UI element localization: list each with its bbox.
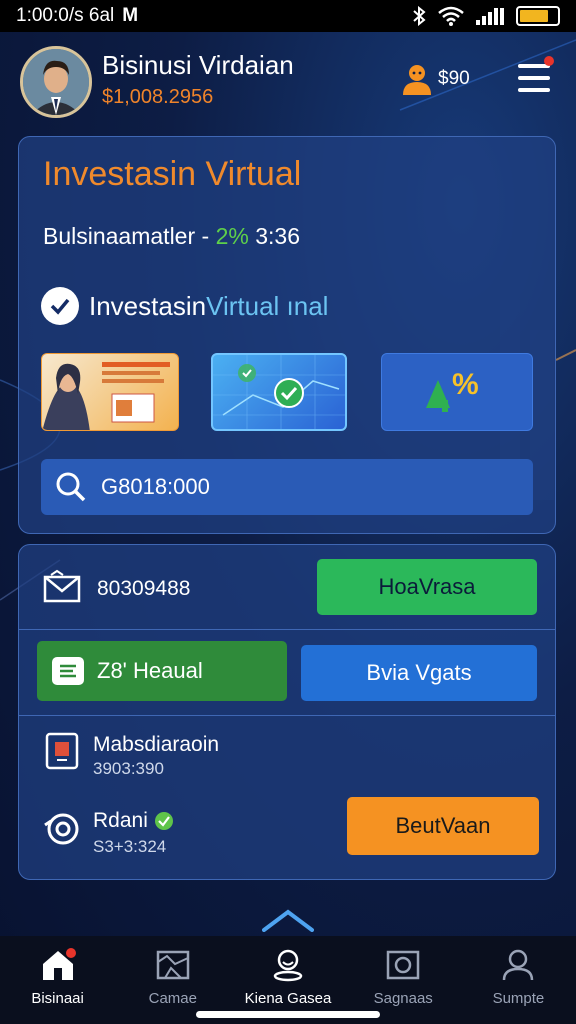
chevron-up-icon[interactable]: [262, 908, 314, 932]
investment-title: Investasin Virtual: [43, 155, 302, 193]
coins-badge[interactable]: $90: [400, 62, 470, 96]
carrier-mark: M: [122, 5, 139, 26]
bottom-nav: Bisinaai Camae Kiena Gasea Sagnaas Sumpt…: [0, 936, 576, 1024]
avatar[interactable]: [20, 46, 92, 118]
divider-1: [19, 629, 555, 630]
thumbnail-chart[interactable]: [211, 353, 347, 431]
row4-value: S3+3:324: [93, 837, 167, 856]
user-name: Bisinusi Virdaian: [102, 50, 294, 80]
subtitle-text: Bulsinaamatler -: [43, 223, 216, 249]
card-icon: [45, 732, 79, 770]
thumbnail-growth[interactable]: %: [381, 353, 533, 431]
actions-card: 80309488 HoaVrasa Z8' Heaual Bvia Vgats …: [18, 544, 556, 880]
camera-icon: [386, 950, 420, 980]
profile-icon: [503, 949, 534, 981]
nav-label-person-location: Kiena Gasea: [244, 990, 332, 1007]
user-balance: $1,008.2956: [102, 86, 214, 108]
row4-title: Rdani: [93, 809, 174, 833]
coins-value: $90: [438, 68, 470, 89]
check-icon: [41, 287, 79, 325]
row4-button[interactable]: BeutVaan: [347, 797, 539, 855]
home-indicator[interactable]: [196, 1011, 380, 1018]
nav-label-map: Camae: [148, 990, 197, 1007]
map-icon: [156, 950, 190, 980]
nav-item-profile[interactable]: Sumpte: [461, 936, 576, 1024]
row2-left-label: Z8' Heaual: [97, 658, 203, 683]
search-input[interactable]: G8018:000: [41, 459, 533, 515]
target-icon: [44, 813, 79, 845]
investment-card: Investasin Virtual Bulsinaamatler - 2% 3…: [18, 136, 556, 534]
wifi-icon: [438, 6, 464, 26]
row4-title-text: Rdani: [93, 809, 148, 832]
investment-check-row[interactable]: Investasin Virtual ınal: [41, 287, 328, 325]
verified-icon: [154, 812, 173, 830]
nav-label-profile: Sumpte: [492, 990, 545, 1007]
nav-label-home: Bisinaai: [31, 990, 84, 1007]
row1-button[interactable]: HoaVrasa: [317, 559, 537, 615]
row3-title: Mabsdiaraoin: [93, 733, 220, 756]
investment-subtitle: Bulsinaamatler - 2% 3:36: [43, 223, 300, 250]
subtitle-time: 3:36: [248, 223, 300, 249]
battery-icon: [516, 6, 560, 26]
row3-value: 3903:390: [93, 759, 164, 778]
thumbnail-advisor[interactable]: [41, 353, 179, 431]
nav-item-home[interactable]: Bisinaai: [0, 936, 115, 1024]
nav-label-camera: Sagnaas: [373, 990, 433, 1007]
bluetooth-icon: [413, 6, 426, 26]
thumbnail-percent: %: [452, 368, 479, 401]
check-label-highlight: Virtual ınal: [206, 290, 329, 321]
search-value: G8018:000: [101, 474, 210, 499]
row1-value: 80309488: [97, 577, 191, 600]
document-icon: [52, 657, 84, 685]
row2-right-button[interactable]: Bvia Vgats: [301, 645, 537, 701]
home-icon: [42, 948, 76, 980]
signal-icon: [476, 7, 504, 25]
check-label-prefix: Investasin: [89, 290, 207, 321]
notification-dot: [544, 56, 554, 66]
user-icon: [403, 65, 431, 95]
row2-left-button[interactable]: Z8' Heaual: [37, 641, 287, 701]
mail-icon: [43, 569, 81, 603]
menu-button[interactable]: [514, 56, 554, 96]
subtitle-percent: 2%: [215, 223, 249, 249]
status-bar: 1:00:0/s 6al M: [0, 0, 576, 32]
search-icon: [56, 472, 86, 502]
status-time: 1:00:0/s 6al: [16, 5, 115, 26]
header: Bisinusi Virdaian $1,008.2956 $90: [0, 36, 576, 132]
divider-2: [19, 715, 555, 716]
person-location-icon: [273, 949, 303, 982]
